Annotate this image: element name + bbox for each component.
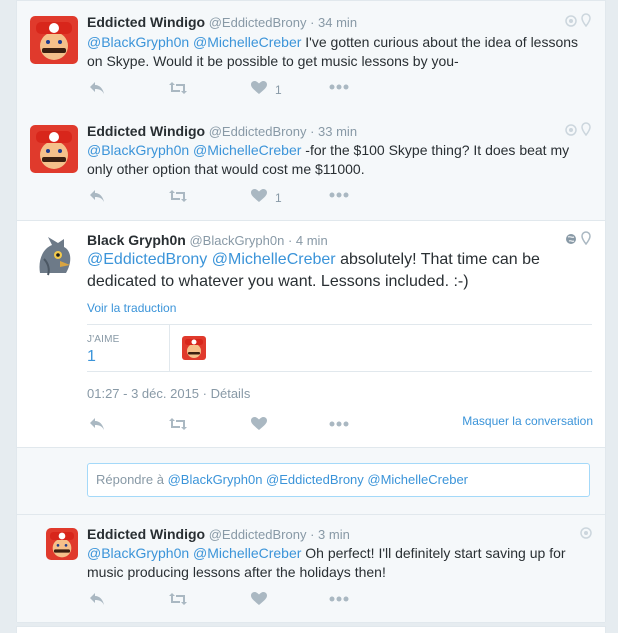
display-name[interactable]: Eddicted Windigo: [87, 526, 205, 542]
retweet-icon[interactable]: [168, 81, 188, 95]
mention-link[interactable]: @BlackGryph0n: [87, 545, 189, 561]
mention-link[interactable]: @EddictedBrony: [87, 251, 207, 268]
username[interactable]: @EddictedBrony: [209, 527, 307, 542]
stats-divider: [169, 325, 170, 371]
hide-conversation-link[interactable]: Masquer la conversation: [462, 414, 593, 428]
reply-icon[interactable]: [89, 81, 105, 95]
like-count: 1: [275, 191, 282, 205]
tweet[interactable]: Eddicted Windigo @EddictedBrony · 33 min…: [17, 111, 605, 221]
tweet-header: Eddicted Windigo @EddictedBrony · 34 min: [87, 14, 357, 30]
location-pin-icon: [581, 122, 591, 137]
mention-link[interactable]: @MichelleCreber: [212, 251, 336, 268]
liker-avatar[interactable]: [182, 336, 206, 360]
more-icon[interactable]: [329, 595, 349, 603]
heart-icon[interactable]: [251, 189, 267, 203]
mention-link[interactable]: @MichelleCreber: [193, 545, 301, 561]
tweet-actions: 1: [89, 81, 389, 101]
globe-icon: [566, 234, 576, 244]
location-pin-icon: [581, 13, 591, 28]
location-pin-icon: [581, 231, 591, 246]
heart-icon[interactable]: [251, 417, 267, 431]
timeline-panel: Eddicted Windigo @EddictedBrony · 34 min…: [16, 0, 606, 623]
heart-icon[interactable]: [251, 592, 267, 606]
timestamp[interactable]: · 33 min: [310, 124, 357, 139]
mention-link[interactable]: @MichelleCreber: [193, 142, 301, 158]
tweet-meta-icons: [565, 13, 593, 32]
display-name[interactable]: Black Gryph0n: [87, 232, 186, 248]
more-icon[interactable]: [329, 420, 349, 428]
tweet-expanded[interactable]: Black Gryph0n @BlackGryph0n · 4 min @Edd…: [17, 221, 605, 448]
timestamp[interactable]: · 4 min: [288, 233, 328, 248]
username[interactable]: @BlackGryph0n: [189, 233, 284, 248]
like-count: 1: [275, 83, 282, 97]
tweet-stats: J'AIME 1: [87, 324, 592, 372]
reply-icon[interactable]: [89, 189, 105, 203]
reply-input[interactable]: Répondre à @BlackGryph0n @EddictedBrony …: [87, 463, 590, 497]
tweet-actions: 1: [89, 189, 389, 209]
heart-icon[interactable]: [251, 81, 267, 95]
tweet-meta-icons: [565, 122, 593, 141]
tweet-text: @BlackGryph0n @MichelleCreber Oh perfect…: [87, 544, 592, 582]
likes-label: J'AIME: [87, 334, 120, 345]
username[interactable]: @EddictedBrony: [209, 124, 307, 139]
reply-box-container: Répondre à @BlackGryph0n @EddictedBrony …: [17, 448, 605, 515]
display-name[interactable]: Eddicted Windigo: [87, 14, 205, 30]
avatar[interactable]: [30, 16, 78, 64]
globe-icon: [580, 527, 592, 539]
reply-mentions: @BlackGryph0n @EddictedBrony @MichelleCr…: [167, 472, 469, 487]
tweet[interactable]: Eddicted Windigo @EddictedBrony · 3 min …: [17, 515, 605, 623]
globe-icon: [565, 124, 577, 136]
tweet-text: @BlackGryph0n @MichelleCreber I've gotte…: [87, 33, 592, 71]
display-name[interactable]: Eddicted Windigo: [87, 123, 205, 139]
avatar[interactable]: [46, 528, 78, 560]
reply-icon[interactable]: [89, 417, 105, 431]
retweet-icon[interactable]: [168, 417, 188, 431]
translate-link[interactable]: Voir la traduction: [87, 301, 176, 315]
retweet-icon[interactable]: [168, 189, 188, 203]
tweet-header: Eddicted Windigo @EddictedBrony · 33 min: [87, 123, 357, 139]
mention-link[interactable]: @BlackGryph0n: [87, 34, 189, 50]
mention-link[interactable]: @MichelleCreber: [193, 34, 301, 50]
tweet-header: Black Gryph0n @BlackGryph0n · 4 min: [87, 232, 328, 248]
more-icon[interactable]: [329, 83, 349, 91]
retweet-icon[interactable]: [168, 592, 188, 606]
tweet-meta-icons: [579, 526, 593, 545]
tweet-meta-icons: [565, 231, 593, 250]
tweet-actions: [89, 417, 389, 437]
tweet-header: Eddicted Windigo @EddictedBrony · 3 min: [87, 526, 350, 542]
timestamp[interactable]: · 3 min: [310, 527, 350, 542]
tweet-actions: [89, 592, 389, 612]
mention-link[interactable]: @BlackGryph0n: [87, 142, 189, 158]
timestamp[interactable]: · 34 min: [310, 15, 357, 30]
reply-prefix: Répondre à: [96, 472, 164, 487]
username[interactable]: @EddictedBrony: [209, 15, 307, 30]
tweet[interactable]: Eddicted Windigo @EddictedBrony · 34 min…: [17, 0, 605, 112]
likes-count[interactable]: 1: [87, 348, 96, 366]
globe-icon: [565, 15, 577, 27]
avatar[interactable]: [30, 125, 78, 173]
more-icon[interactable]: [329, 191, 349, 199]
tweet-text: @BlackGryph0n @MichelleCreber -for the $…: [87, 141, 592, 179]
reply-icon[interactable]: [89, 592, 105, 606]
tweet-text: @EddictedBrony @MichelleCreber absolutel…: [87, 249, 557, 293]
avatar[interactable]: [30, 233, 78, 281]
tweet-date[interactable]: 01:27 - 3 déc. 2015 · Détails: [87, 386, 250, 401]
